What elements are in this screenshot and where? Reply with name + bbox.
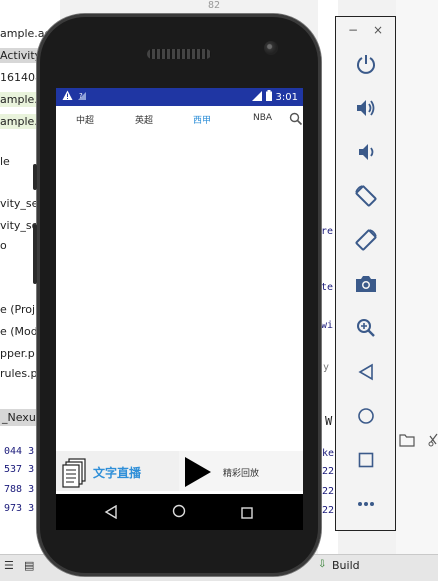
rotate-left-icon[interactable] — [353, 183, 379, 209]
build-icon[interactable]: ⇩ — [318, 559, 326, 570]
tab-fragment: W — [325, 414, 333, 428]
side-button — [33, 224, 37, 284]
android-status-bar: ? 3:01 — [56, 88, 303, 106]
play-icon — [185, 457, 211, 491]
text-live-label: 文字直播 — [93, 466, 142, 480]
more-icon[interactable] — [353, 491, 379, 517]
log-fragment: 22 — [322, 505, 335, 516]
camera-icon[interactable] — [353, 271, 379, 297]
volume-down-icon[interactable] — [353, 139, 379, 165]
code-fragment: re — [321, 226, 334, 237]
tab-nba[interactable]: NBA — [253, 113, 272, 123]
log-row: 973 3 — [4, 503, 35, 514]
front-camera — [264, 41, 278, 55]
tab-chinese-super-league[interactable]: 中超 — [76, 113, 94, 126]
text-live-button[interactable]: 文字直播 — [56, 451, 179, 491]
list-icon[interactable]: ☰ — [4, 559, 14, 572]
zoom-icon[interactable] — [353, 315, 379, 341]
back-icon[interactable] — [353, 359, 379, 385]
svg-text:?: ? — [79, 92, 83, 100]
home-icon[interactable] — [172, 503, 186, 522]
phone-screen: ? 3:01 中超 英超 西甲 NBA 文字直播 精彩回放 — [56, 88, 303, 495]
highlights-label: 精彩回放 — [223, 469, 260, 479]
ide-device-tab[interactable]: _Nexu — [0, 409, 38, 426]
log-row: 537 3 — [4, 464, 35, 475]
tab-la-liga[interactable]: 西甲 — [193, 113, 211, 126]
document-icon — [62, 458, 86, 492]
code-fragment: te — [321, 282, 334, 293]
home-icon[interactable] — [353, 403, 379, 429]
signal-icon — [251, 90, 262, 104]
highlights-button[interactable]: 精彩回放 — [179, 451, 303, 491]
volume-up-icon[interactable] — [353, 95, 379, 121]
code-fragment: wi — [321, 320, 334, 331]
alert-icon — [62, 90, 73, 104]
log-row: 788 3 — [4, 484, 35, 495]
line-number: 82 — [208, 0, 221, 11]
build-tab[interactable]: Build — [332, 559, 360, 572]
close-button[interactable]: × — [373, 23, 383, 37]
android-nav-bar — [56, 494, 303, 530]
folder-icon[interactable] — [399, 432, 415, 451]
no-sim-icon: ? — [77, 90, 87, 104]
emulator-toolbar: − × — [335, 16, 396, 531]
log-fragment: 22 — [322, 466, 335, 477]
code-fragment: y — [323, 362, 330, 373]
earpiece-speaker — [147, 49, 211, 59]
ide-right-panel — [396, 0, 438, 580]
log-fragment: ke — [322, 448, 335, 459]
volume-rocker — [33, 164, 37, 190]
terminal-icon[interactable]: ▤ — [24, 559, 34, 572]
overview-icon[interactable] — [353, 447, 379, 473]
overview-icon[interactable] — [241, 504, 253, 523]
scissors-icon[interactable] — [428, 432, 438, 451]
search-icon[interactable] — [289, 111, 303, 126]
content-area — [56, 132, 303, 469]
tab-premier-league[interactable]: 英超 — [135, 113, 153, 126]
log-fragment: 22 — [322, 486, 335, 497]
clock-time: 3:01 — [275, 91, 298, 103]
league-tab-bar: 中超 英超 西甲 NBA — [56, 106, 303, 132]
bottom-action-bar: 文字直播 精彩回放 — [56, 451, 303, 495]
log-row: 044 3 — [4, 446, 35, 457]
rotate-right-icon[interactable] — [353, 227, 379, 253]
back-icon[interactable] — [104, 504, 118, 523]
battery-icon — [265, 90, 272, 104]
minimize-button[interactable]: − — [348, 23, 358, 37]
power-icon[interactable] — [353, 51, 379, 77]
